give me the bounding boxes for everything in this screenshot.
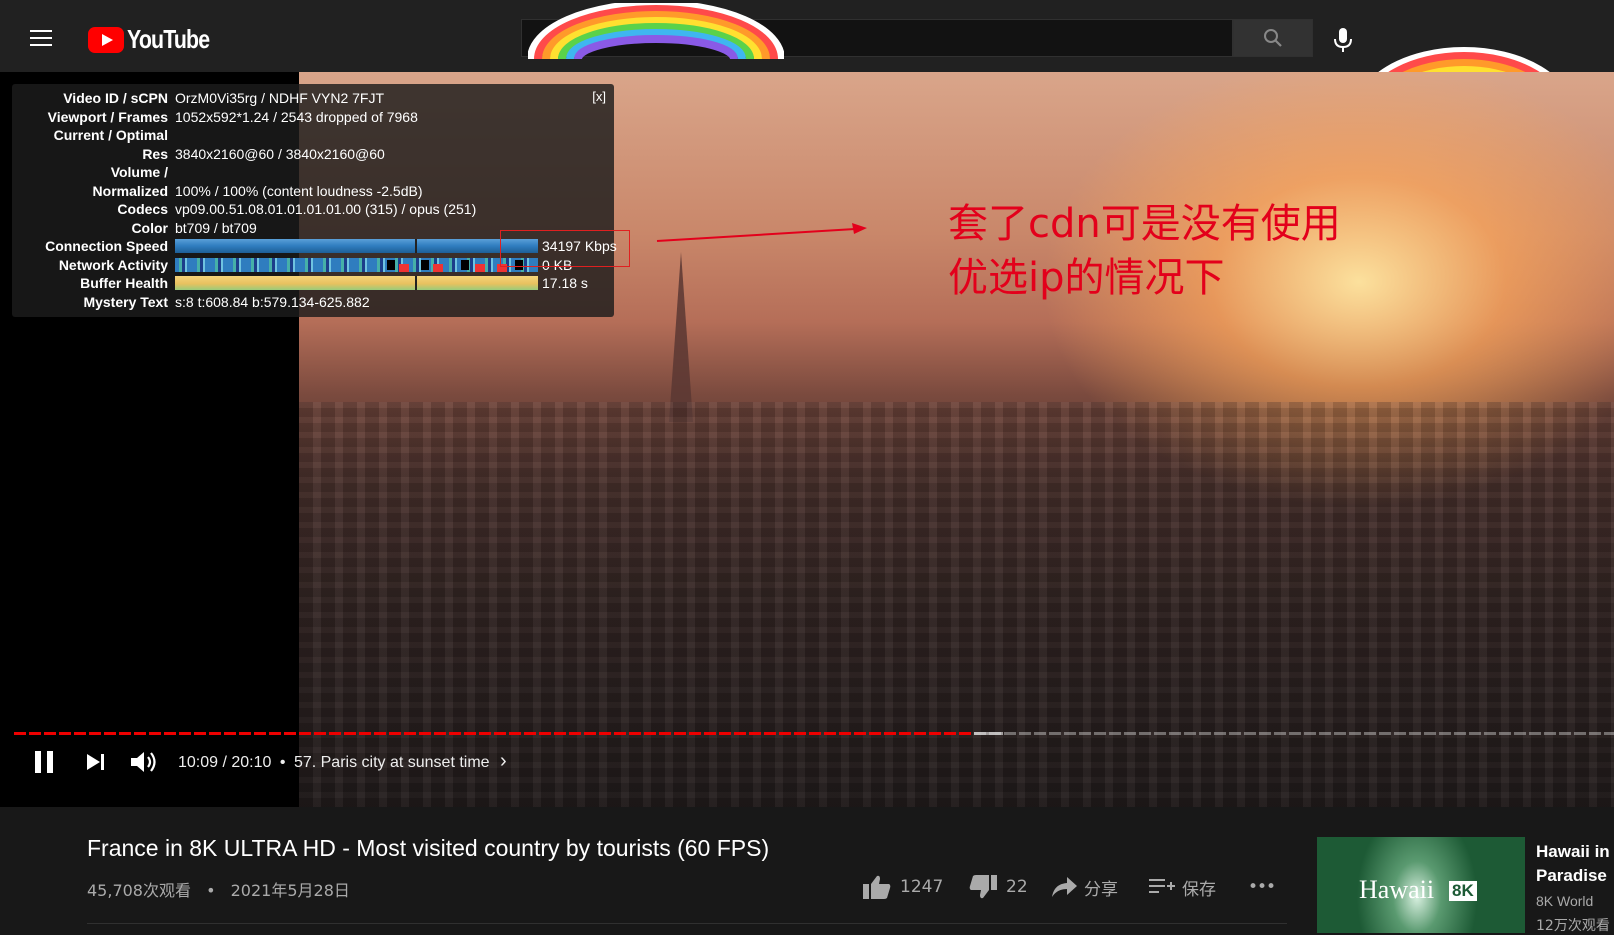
stats-label: Connection Speed <box>45 238 168 254</box>
microphone-icon[interactable] <box>1330 26 1356 54</box>
share-icon <box>1052 877 1077 897</box>
stats-label: Buffer Health <box>80 275 168 291</box>
dislike-button[interactable]: 22 <box>968 871 1028 903</box>
stats-value: 3840x2160@60 / 3840x2160@60 <box>175 146 385 162</box>
played-bar <box>14 732 974 735</box>
time-display: 10:09 / 20:10 • 57. Paris city at sunset… <box>178 750 507 773</box>
stats-row-buffer-health: Buffer Health 17.18 s <box>12 274 614 292</box>
buffer-health-bar <box>175 276 538 290</box>
separator-dot: • <box>206 881 216 900</box>
chevron-right-icon[interactable]: › <box>500 750 507 772</box>
thumbs-down-icon <box>969 875 997 899</box>
eiffel-tower-silhouette <box>669 252 693 422</box>
view-count: 45,708次观看 <box>87 881 191 900</box>
video-info: France in 8K ULTRA HD - Most visited cou… <box>0 807 1614 934</box>
stats-label: Volume / <box>110 164 168 180</box>
youtube-play-icon <box>88 26 124 53</box>
stats-row: Video ID / sCPN OrzM0Vi35rg / NDHF VYN2 … <box>12 89 614 107</box>
annotation-line: 优选ip的情况下 <box>948 255 1225 301</box>
stats-row: Mystery Text s:8 t:608.84 b:579.134-625.… <box>12 293 614 311</box>
thumbs-up-icon <box>863 875 891 899</box>
stats-value: OrzM0Vi35rg / NDHF VYN2 7FJT <box>175 90 385 106</box>
stats-value: 17.18 s <box>542 275 588 291</box>
stats-label: Video ID / sCPN <box>63 90 168 106</box>
next-icon[interactable] <box>86 753 106 771</box>
more-actions-button[interactable]: ••• <box>1248 871 1276 903</box>
save-label: 保存 <box>1182 879 1216 900</box>
arrow-annotation <box>656 223 867 242</box>
chapter-title[interactable]: 57. Paris city at sunset time <box>294 754 490 771</box>
stats-label: Network Activity <box>58 257 168 273</box>
like-button[interactable]: 1247 <box>862 871 943 903</box>
thumbnail-text: Hawaii <box>1359 875 1435 904</box>
stats-row: Res 3840x2160@60 / 3840x2160@60 <box>12 145 614 163</box>
stats-row: Codecs vp09.00.51.08.01.01.01.01.00 (315… <box>12 200 614 218</box>
network-activity-bar <box>175 258 538 272</box>
video-title: France in 8K ULTRA HD - Most visited cou… <box>87 835 770 861</box>
suggested-channel-name[interactable]: 8K World <box>1536 893 1593 909</box>
video-player[interactable]: [x] Video ID / sCPN OrzM0Vi35rg / NDHF V… <box>0 72 1614 807</box>
menu-icon[interactable] <box>30 26 56 46</box>
buffered-bar <box>974 732 1003 735</box>
divider <box>87 923 1287 924</box>
share-label: 分享 <box>1084 879 1118 900</box>
stats-value: bt709 / bt709 <box>175 220 257 236</box>
separator-dot: • <box>279 754 286 771</box>
annotation-line: 套了cdn可是没有使用 <box>948 201 1341 247</box>
playlist-add-icon <box>1149 879 1175 893</box>
stats-label: Mystery Text <box>83 294 168 310</box>
logo-text: YouTube <box>127 24 210 54</box>
suggested-title-line: Hawaii in <box>1536 842 1610 861</box>
stats-row: Normalized 100% / 100% (content loudness… <box>12 182 614 200</box>
rainbow-sticker <box>528 3 784 60</box>
player-controls: 10:09 / 20:10 • 57. Paris city at sunset… <box>0 742 1614 786</box>
connection-speed-bar <box>175 239 538 253</box>
stats-label: Viewport / Frames <box>47 109 168 125</box>
stats-value: 1052x592*1.24 / 2543 dropped of 7968 <box>175 109 418 125</box>
stats-label: Normalized <box>92 183 168 199</box>
stats-label: Codecs <box>117 201 168 217</box>
dislike-count: 22 <box>1006 877 1028 897</box>
suggested-video-thumbnail[interactable]: Hawaii 8K <box>1317 837 1525 933</box>
stats-value: 100% / 100% (content loudness -2.5dB) <box>175 183 423 199</box>
stats-label: Color <box>131 220 168 236</box>
search-button[interactable] <box>1233 19 1313 57</box>
stats-row: Current / Optimal <box>12 126 614 144</box>
like-count: 1247 <box>900 877 944 897</box>
youtube-logo[interactable]: YouTube <box>88 24 227 55</box>
thumbnail-badge: 8K <box>1449 881 1477 901</box>
stats-label: Current / Optimal <box>53 127 168 143</box>
stats-value: s:8 t:608.84 b:579.134-625.882 <box>175 294 370 310</box>
volume-icon[interactable] <box>130 750 158 774</box>
upload-date: 2021年5月28日 <box>230 881 350 900</box>
progress-bar[interactable] <box>14 731 1614 735</box>
stats-row: Volume / <box>12 163 614 181</box>
more-icon: ••• <box>1248 877 1276 897</box>
suggested-title-line: Paradise <box>1536 866 1607 885</box>
suggested-view-count: 12万次观看 <box>1536 918 1610 934</box>
stats-label: Res <box>142 146 168 162</box>
current-time: 10:09 / 20:10 <box>178 754 272 771</box>
video-meta: 45,708次观看 • 2021年5月28日 <box>87 877 350 901</box>
stats-row: Viewport / Frames 1052x592*1.24 / 2543 d… <box>12 108 614 126</box>
highlight-box <box>500 230 630 267</box>
suggested-video-title[interactable]: Hawaii in Paradise <box>1536 840 1610 888</box>
save-button[interactable]: 保存 <box>1148 871 1216 903</box>
share-button[interactable]: 分享 <box>1050 871 1118 903</box>
search-icon <box>1264 29 1282 47</box>
pause-icon[interactable] <box>34 750 54 774</box>
annotation-text: 套了cdn可是没有使用 优选ip的情况下 <box>948 197 1341 305</box>
stats-for-nerds-panel: [x] Video ID / sCPN OrzM0Vi35rg / NDHF V… <box>12 84 617 317</box>
stats-value: vp09.00.51.08.01.01.01.01.00 (315) / opu… <box>175 201 477 217</box>
